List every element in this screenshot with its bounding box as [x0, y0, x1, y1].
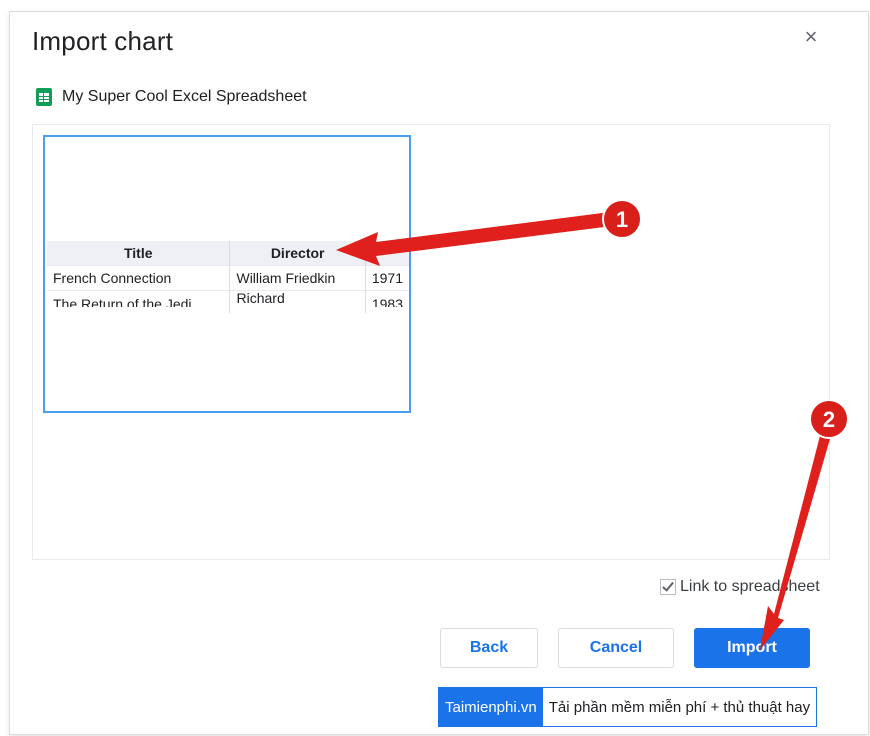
- table-cell: 1983: [371, 296, 403, 307]
- table-row: French Connection William Friedkin 1971: [47, 265, 409, 291]
- table-cell: William Friedkin: [229, 265, 366, 291]
- back-button[interactable]: Back: [440, 628, 538, 668]
- cancel-button[interactable]: Cancel: [558, 628, 674, 668]
- watermark-banner: Taimienphi.vn Tải phần mềm miễn phí + th…: [438, 687, 818, 727]
- dialog-title: Import chart: [32, 26, 174, 56]
- link-checkbox[interactable]: [660, 579, 676, 595]
- table-chart-preview: Title Director French Connection William…: [47, 241, 409, 313]
- table-header-year: [365, 241, 409, 266]
- source-spreadsheet: My Super Cool Excel Spreadsheet: [36, 88, 307, 106]
- table-row: The Return of the Jedi Richard 1983: [47, 290, 409, 313]
- link-to-spreadsheet[interactable]: Link to spreadsheet: [660, 578, 820, 596]
- import-chart-dialog: Import chart × My Super Cool Excel Sprea…: [10, 12, 868, 734]
- table-header-director: Director: [229, 241, 366, 266]
- table-cell: French Connection: [47, 265, 231, 291]
- close-icon[interactable]: ×: [800, 26, 822, 48]
- sheets-icon: [36, 88, 52, 106]
- table-cell: The Return of the Jedi: [53, 296, 192, 307]
- import-button[interactable]: Import: [694, 628, 810, 668]
- chart-preview-area: Title Director French Connection William…: [32, 124, 830, 560]
- chart-thumbnail-selected[interactable]: Title Director French Connection William…: [43, 135, 411, 413]
- watermark-tagline: Tải phần mềm miễn phí + thủ thuật hay: [542, 688, 817, 726]
- watermark-brand: Taimienphi.vn: [439, 688, 543, 726]
- table-header-title: Title: [47, 241, 231, 266]
- table-cell: 1971: [365, 265, 409, 291]
- spreadsheet-name: My Super Cool Excel Spreadsheet: [62, 88, 307, 105]
- link-label: Link to spreadsheet: [680, 578, 820, 595]
- table-cell: Richard: [236, 291, 285, 306]
